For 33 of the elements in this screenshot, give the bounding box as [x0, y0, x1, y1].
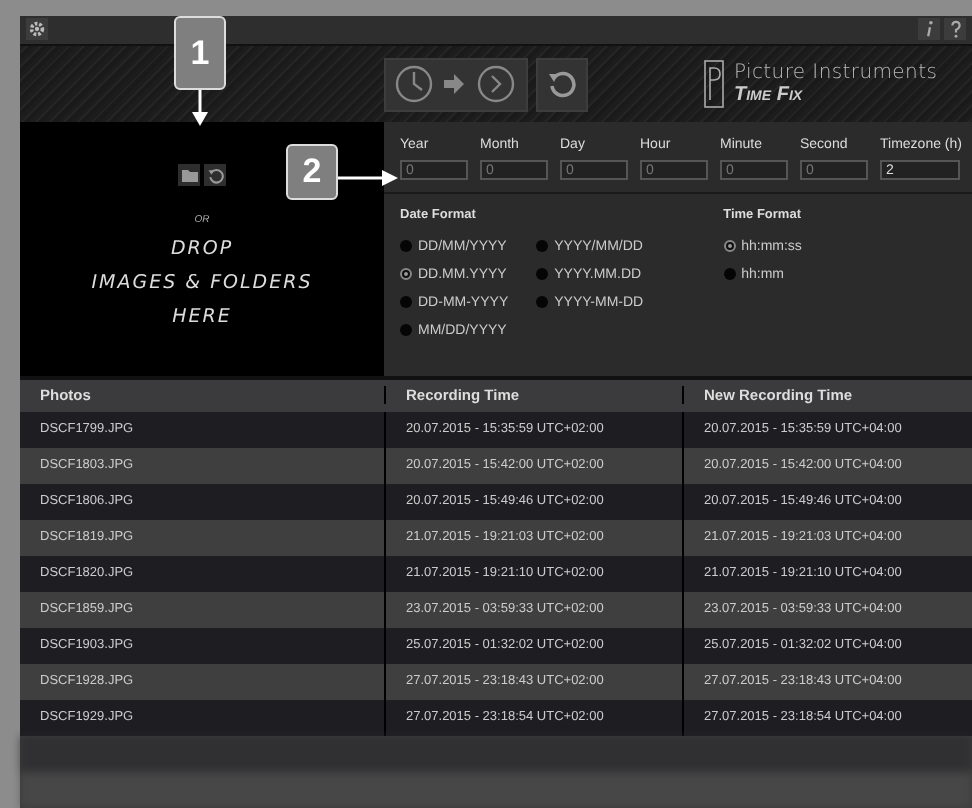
callout-arrow: [190, 90, 210, 126]
drop-hint: DROP: [170, 236, 234, 265]
radio-button[interactable]: [400, 296, 412, 309]
settings-icon: [28, 20, 46, 39]
refresh-icon: [207, 167, 223, 184]
info-button[interactable]: [918, 18, 940, 41]
callout-badge: 2: [286, 144, 338, 200]
drop-hint: IMAGES & FOLDERS: [91, 270, 313, 299]
radio-button[interactable]: [723, 240, 736, 253]
brand-name: Picture Instruments: [734, 62, 938, 85]
radio-button[interactable]: [536, 296, 549, 309]
clock-arrow-icon: [394, 64, 518, 105]
radio-button[interactable]: [536, 240, 549, 253]
info-icon: [923, 20, 935, 39]
reset-icon: [548, 70, 576, 99]
refresh-button[interactable]: [204, 164, 226, 187]
help-icon: [949, 20, 961, 39]
open-folder-button[interactable]: [178, 164, 200, 187]
product-name: Time Fix: [734, 84, 805, 107]
callout-arrow: [338, 168, 398, 188]
reset-button[interactable]: [536, 57, 588, 112]
apply-time-button[interactable]: [384, 57, 528, 112]
radio-button[interactable]: [400, 240, 412, 253]
radio-button[interactable]: [723, 268, 736, 281]
folder-icon: [181, 168, 197, 183]
logo-icon: [704, 60, 724, 109]
drop-hint: HERE: [172, 304, 232, 333]
radio-button[interactable]: [400, 324, 412, 337]
help-button[interactable]: [944, 18, 966, 41]
radio-button[interactable]: [400, 268, 412, 281]
callout-badge: 1: [174, 16, 226, 90]
radio-button[interactable]: [536, 268, 549, 281]
settings-button[interactable]: [26, 18, 48, 41]
